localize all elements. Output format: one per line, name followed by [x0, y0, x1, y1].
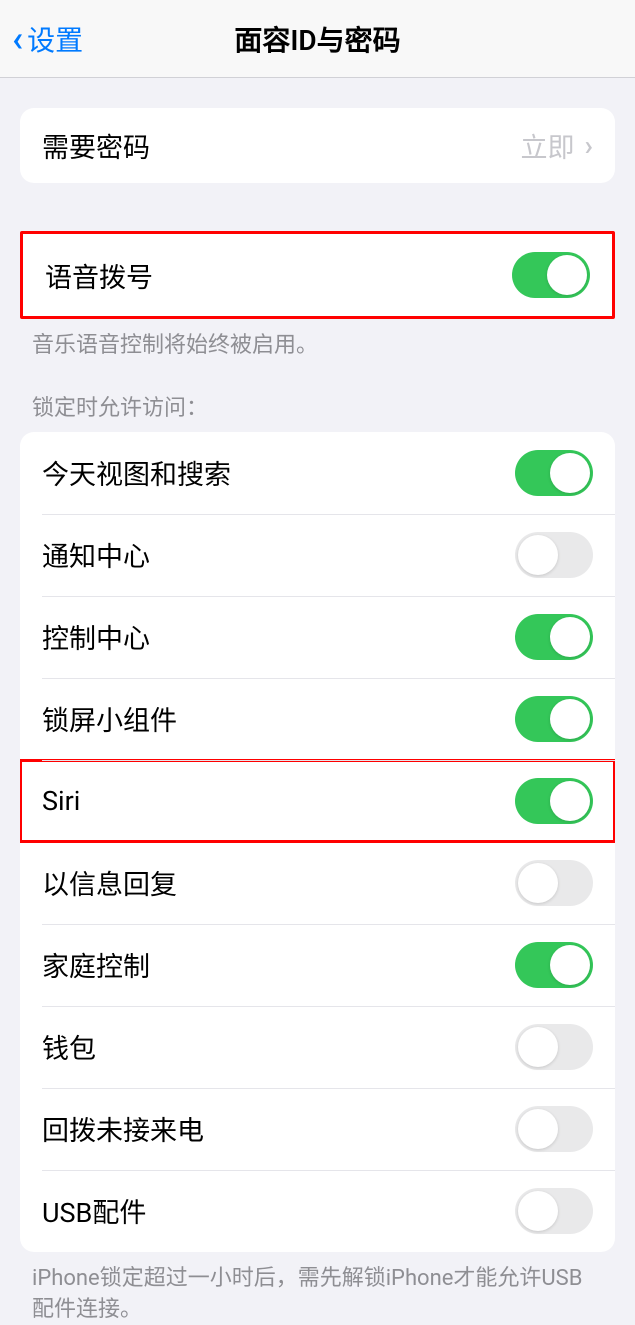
allow-access-label: 以信息回复 [42, 863, 177, 902]
toggle-knob [518, 535, 558, 575]
voice-dial-toggle[interactable] [512, 252, 590, 298]
chevron-left-icon: ‹ [12, 18, 23, 60]
toggle-knob [547, 255, 587, 295]
allow-access-label: 钱包 [42, 1027, 96, 1066]
allow-access-toggle[interactable] [515, 696, 593, 742]
toggle-knob [550, 699, 590, 739]
require-passcode-label: 需要密码 [42, 126, 150, 165]
allow-access-row: 钱包 [20, 1006, 615, 1088]
allow-access-row: 通知中心 [20, 514, 615, 596]
allow-access-row: 锁屏小组件 [20, 678, 615, 760]
allow-access-toggle[interactable] [515, 860, 593, 906]
allow-access-toggle[interactable] [515, 1024, 593, 1070]
allow-access-label: USB配件 [42, 1191, 146, 1230]
allow-access-group: 今天视图和搜索通知中心控制中心锁屏小组件 Siri 以信息回复家庭控制钱包回拨未接来… [20, 432, 615, 1252]
allow-access-label: 回拨未接来电 [42, 1109, 204, 1148]
allow-access-label: 锁屏小组件 [42, 699, 177, 738]
allow-access-toggle[interactable] [515, 942, 593, 988]
voice-dial-label: 语音拨号 [45, 256, 153, 295]
allow-access-row: 家庭控制 [20, 924, 615, 1006]
allow-access-label: 家庭控制 [42, 945, 150, 984]
allow-access-row: 回拨未接来电 [20, 1088, 615, 1170]
allow-access-label: 控制中心 [42, 617, 150, 656]
page-title: 面容ID与密码 [234, 19, 400, 59]
toggle-knob [550, 945, 590, 985]
allow-access-toggle[interactable] [515, 1106, 593, 1152]
toggle-knob [550, 781, 590, 821]
voice-dial-footer: 音乐语音控制将始终被启用。 [0, 319, 635, 362]
toggle-knob [518, 1191, 558, 1231]
voice-dial-group: 语音拨号 [20, 231, 615, 319]
allow-access-row: 以信息回复 [20, 842, 615, 924]
toggle-knob [518, 863, 558, 903]
nav-header: ‹ 设置 面容ID与密码 [0, 0, 635, 78]
back-button[interactable]: ‹ 设置 [0, 18, 83, 60]
toggle-knob [518, 1027, 558, 1067]
allow-access-label: 今天视图和搜索 [42, 453, 231, 492]
allow-access-header: 锁定时允许访问： [0, 390, 635, 432]
allow-access-label: 通知中心 [42, 535, 150, 574]
allow-access-toggle[interactable] [515, 1188, 593, 1234]
allow-access-toggle[interactable] [515, 614, 593, 660]
toggle-knob [550, 617, 590, 657]
allow-access-toggle[interactable] [515, 450, 593, 496]
allow-access-row: 控制中心 [20, 596, 615, 678]
allow-access-toggle[interactable] [515, 778, 593, 824]
require-passcode-row[interactable]: 需要密码 立即 › [20, 108, 615, 183]
require-passcode-group: 需要密码 立即 › [20, 108, 615, 183]
voice-dial-row: 语音拨号 [23, 234, 612, 316]
usb-footer: iPhone锁定超过一小时后，需先解锁iPhone才能允许USB配件连接。 [0, 1252, 635, 1325]
toggle-knob [518, 1109, 558, 1149]
chevron-right-icon: › [585, 129, 593, 162]
toggle-knob [550, 453, 590, 493]
require-passcode-value: 立即 [521, 126, 575, 165]
allow-access-row: USB配件 [20, 1170, 615, 1252]
allow-access-row: Siri [20, 760, 615, 842]
allow-access-toggle[interactable] [515, 532, 593, 578]
allow-access-row: 今天视图和搜索 [20, 432, 615, 514]
back-label: 设置 [27, 19, 83, 59]
allow-access-label: Siri [42, 785, 80, 817]
